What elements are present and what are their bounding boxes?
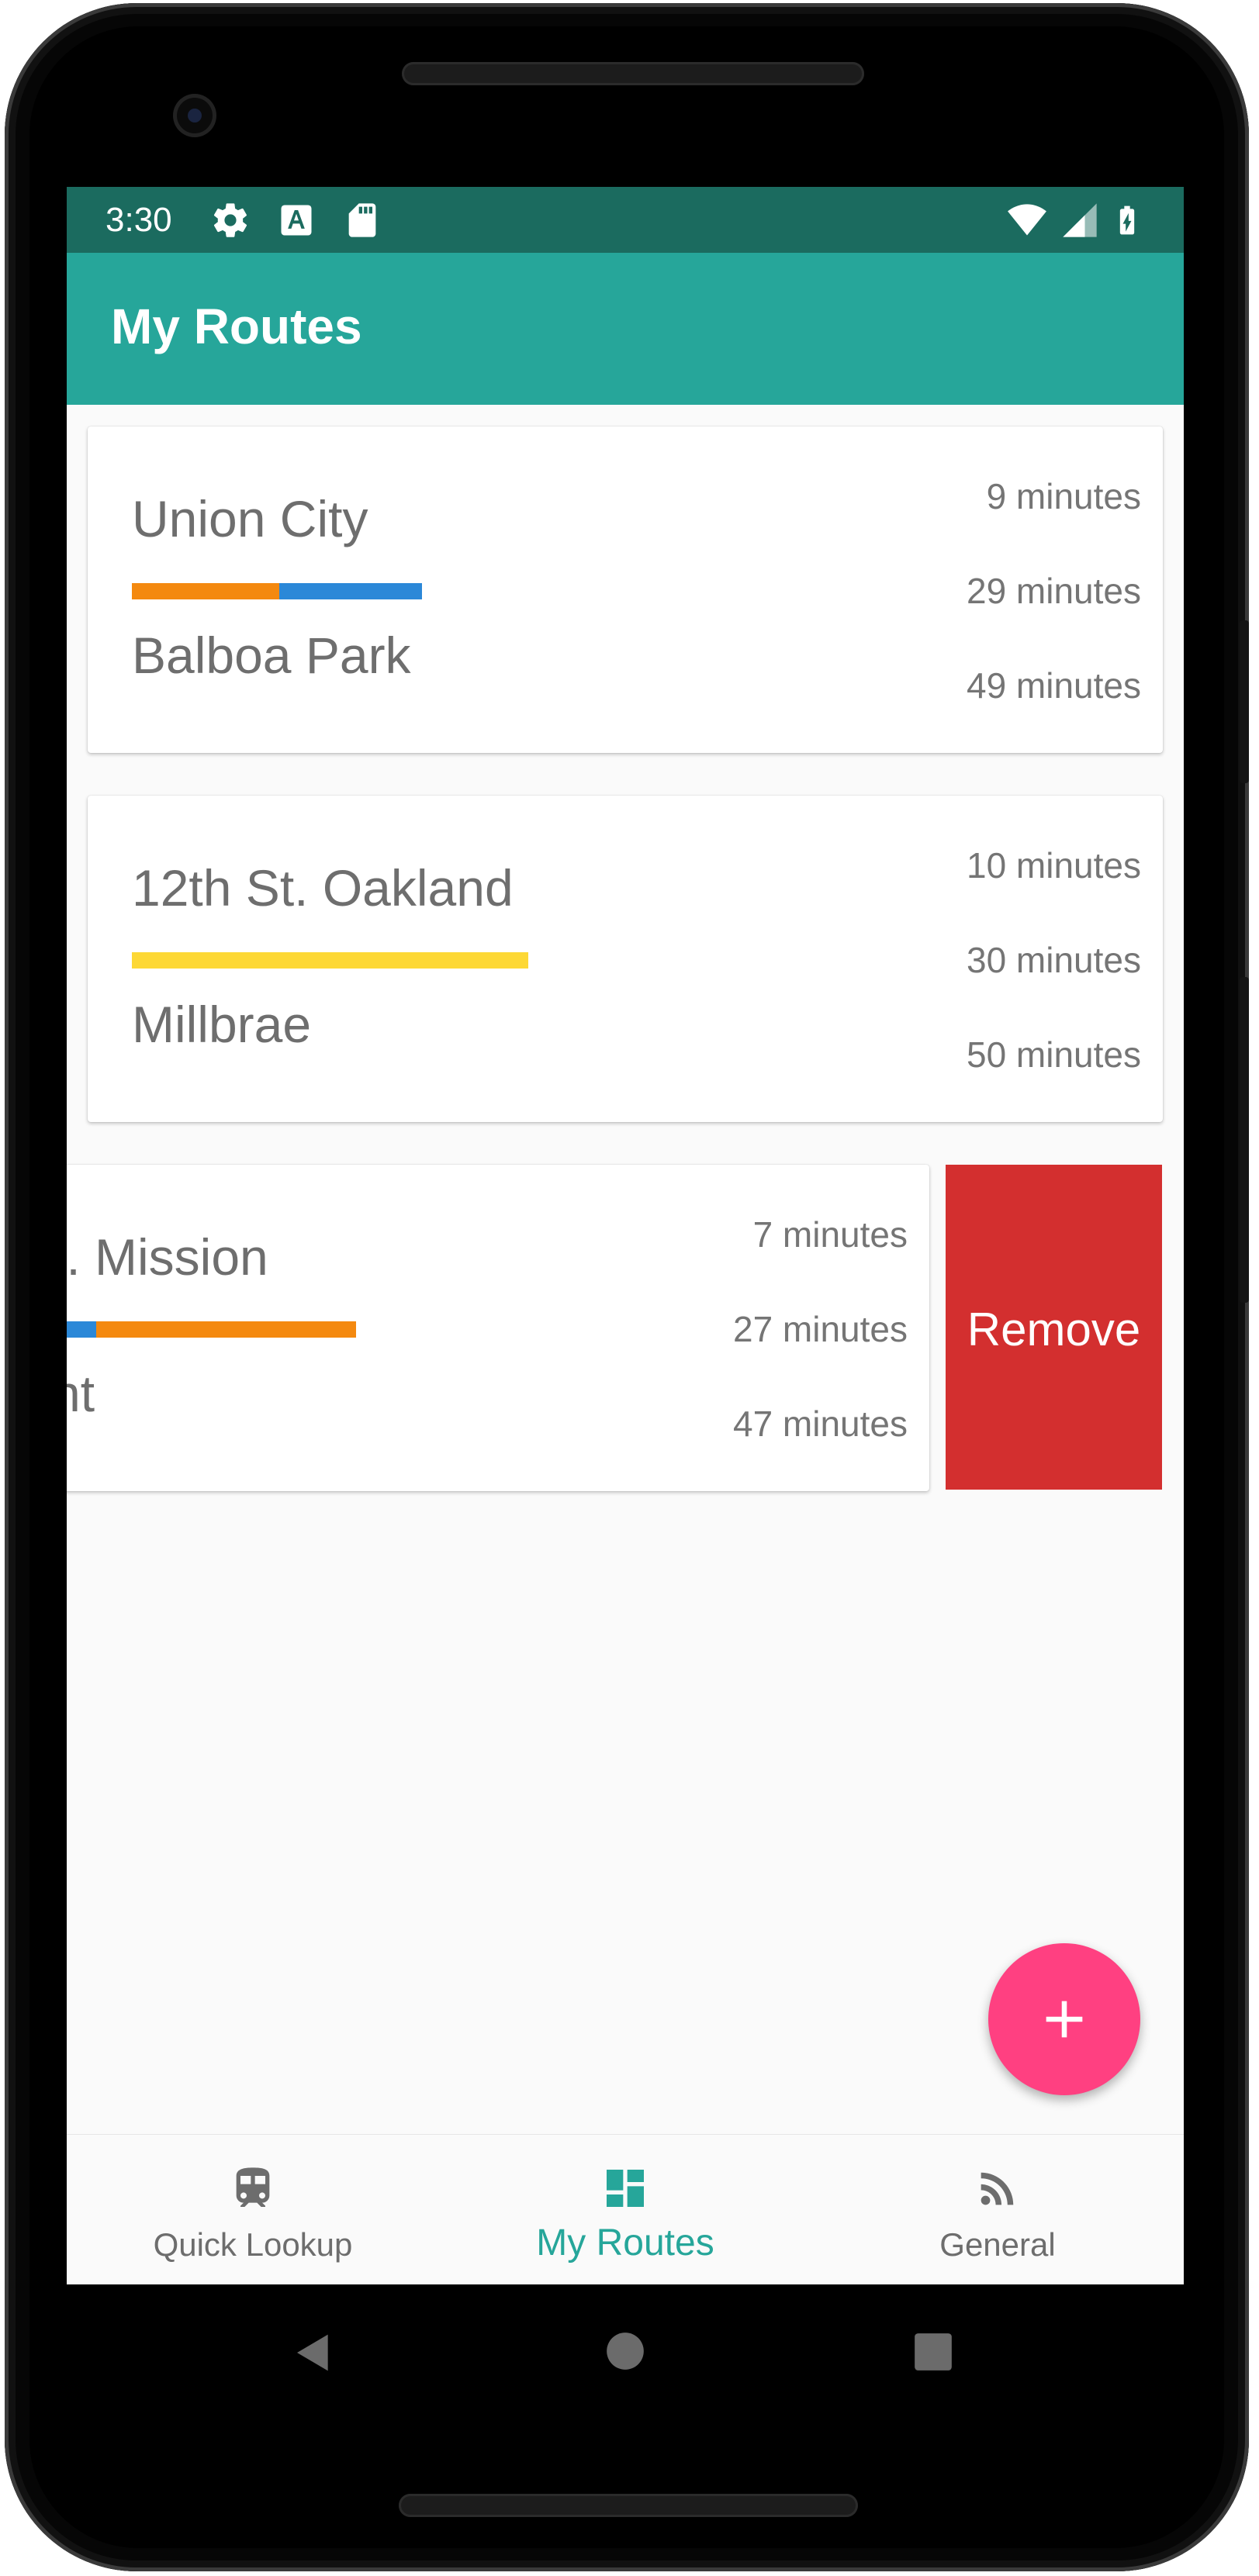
app-screen: 3:30 My Routes Union City Balboa Park 9 … bbox=[67, 187, 1184, 2421]
route-line-bar bbox=[132, 583, 422, 599]
remove-label: Remove bbox=[967, 1304, 1141, 1355]
bottom-speaker bbox=[399, 2494, 858, 2517]
nav-label: Quick Lookup bbox=[153, 2226, 353, 2263]
route-origin: t. Mission bbox=[67, 1228, 268, 1286]
line-segment bbox=[132, 952, 528, 969]
page-title: My Routes bbox=[111, 299, 362, 354]
plus-icon bbox=[1046, 2001, 1083, 2038]
eta-time: 29 minutes bbox=[966, 571, 1141, 611]
app-bar: My Routes bbox=[67, 253, 1184, 405]
route-line-bar bbox=[132, 952, 528, 969]
nav-item-general[interactable]: General bbox=[811, 2135, 1184, 2285]
eta-time: 7 minutes bbox=[752, 1214, 908, 1255]
sd-card-icon bbox=[348, 203, 376, 237]
eta-time: 27 minutes bbox=[732, 1309, 908, 1349]
route-line-bar bbox=[67, 1321, 356, 1338]
status-bar: 3:30 bbox=[67, 187, 1184, 253]
cell-signal-icon bbox=[1063, 203, 1097, 237]
nav-label: My Routes bbox=[536, 2222, 714, 2263]
home-icon[interactable] bbox=[605, 2331, 645, 2371]
eta-time: 10 minutes bbox=[966, 845, 1141, 886]
route-destination: Balboa Park bbox=[132, 627, 411, 684]
volume-button bbox=[1240, 620, 1249, 783]
nav-item-quick-lookup[interactable]: Quick Lookup bbox=[67, 2135, 439, 2285]
earpiece-speaker bbox=[402, 62, 864, 85]
route-card[interactable]: 12th St. Oakland Millbrae 10 minutes 30 … bbox=[88, 796, 1163, 1122]
nav-item-my-routes[interactable]: My Routes bbox=[439, 2135, 811, 2285]
train-icon bbox=[236, 2167, 270, 2207]
add-route-button[interactable] bbox=[988, 1943, 1140, 2095]
font-a-icon bbox=[281, 205, 312, 236]
eta-time: 50 minutes bbox=[966, 1034, 1141, 1075]
power-button bbox=[1240, 977, 1249, 1303]
route-card[interactable]: Union City Balboa Park 9 minutes 29 minu… bbox=[88, 426, 1163, 753]
route-card-swiped[interactable]: t. Mission nt 7 minutes 27 minutes 47 mi… bbox=[67, 1165, 929, 1491]
route-destination: Millbrae bbox=[132, 996, 312, 1053]
status-time: 3:30 bbox=[105, 201, 172, 239]
route-origin: Union City bbox=[132, 490, 368, 547]
bottom-navigation: Quick Lookup My Routes General bbox=[67, 2134, 1184, 2285]
route-origin: 12th St. Oakland bbox=[132, 859, 514, 917]
route-destination: nt bbox=[67, 1365, 95, 1422]
line-segment bbox=[132, 583, 279, 599]
line-segment bbox=[67, 1321, 96, 1338]
line-segment bbox=[279, 583, 422, 599]
back-icon[interactable] bbox=[292, 2331, 335, 2374]
rss-feed-icon bbox=[981, 2172, 1014, 2205]
eta-time: 47 minutes bbox=[732, 1404, 908, 1444]
system-navigation-bar bbox=[67, 2284, 1184, 2421]
recents-icon[interactable] bbox=[913, 2332, 953, 2372]
front-camera bbox=[173, 94, 216, 137]
gear-icon bbox=[213, 203, 247, 237]
eta-time: 9 minutes bbox=[986, 476, 1141, 516]
wifi-icon bbox=[1008, 204, 1046, 236]
eta-time: 30 minutes bbox=[966, 940, 1141, 980]
battery-charging-icon bbox=[1119, 205, 1135, 235]
remove-button[interactable]: Remove bbox=[946, 1165, 1162, 1490]
dashboard-icon bbox=[607, 2170, 644, 2207]
line-segment bbox=[96, 1321, 356, 1338]
eta-time: 49 minutes bbox=[966, 665, 1141, 706]
nav-label: General bbox=[939, 2226, 1056, 2263]
